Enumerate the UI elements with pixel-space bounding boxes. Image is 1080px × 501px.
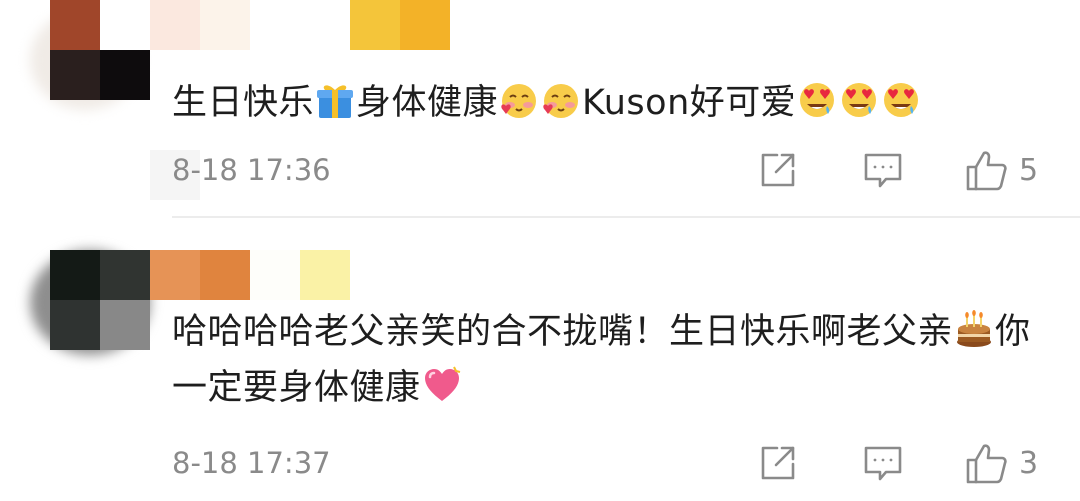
comment-text-segment: 身体健康 xyxy=(356,83,499,123)
comment-text-segment: 哈哈哈哈老父亲笑的合不拢嘴！生日快乐啊老父亲 xyxy=(172,312,954,352)
share-icon xyxy=(758,443,798,483)
like-count: 5 xyxy=(1019,152,1039,188)
username-redacted[interactable] xyxy=(150,0,450,50)
share-button[interactable] xyxy=(758,150,798,190)
comment-text-segment: Kuson好可爱 xyxy=(582,83,797,123)
comment-text: 生日快乐 身体健康 Kuson好可爱 xyxy=(172,75,1032,131)
heart-eyes-emoji xyxy=(881,80,921,120)
comment-item: 哈哈哈哈老父亲笑的合不拢嘴！生日快乐啊老父亲 你一定要身体健康 8-18 17:3… xyxy=(0,218,1080,501)
comment-icon xyxy=(862,444,904,484)
reply-button[interactable] xyxy=(862,444,904,484)
thumbs-up-icon xyxy=(965,148,1009,192)
share-button[interactable] xyxy=(758,443,798,483)
like-count: 3 xyxy=(1019,445,1039,481)
share-icon xyxy=(758,150,798,190)
blush-kiss-emoji xyxy=(499,80,539,120)
thumbs-up-icon xyxy=(965,441,1009,485)
growing-heart-emoji xyxy=(422,365,462,405)
like-button[interactable]: 3 xyxy=(965,441,1038,485)
comment-text-segment: 生日快乐 xyxy=(172,83,315,123)
like-button[interactable]: 5 xyxy=(965,148,1038,192)
username-redacted[interactable] xyxy=(150,250,350,300)
heart-eyes-emoji xyxy=(797,80,837,120)
gift-emoji xyxy=(315,80,355,120)
comment-icon xyxy=(862,151,904,191)
birthday-cake-emoji xyxy=(954,309,994,349)
comment-time: 8-18 17:37 xyxy=(172,446,331,480)
comment-text: 哈哈哈哈老父亲笑的合不拢嘴！生日快乐啊老父亲 你一定要身体健康 xyxy=(172,304,1042,416)
avatar[interactable] xyxy=(0,0,160,110)
avatar[interactable] xyxy=(0,250,160,360)
heart-eyes-emoji xyxy=(839,80,879,120)
comment-time: 8-18 17:36 xyxy=(172,153,331,187)
comment-item: 生日快乐 身体健康 Kuson好可爱 8-18 17:36 5 xyxy=(0,0,1080,218)
blush-kiss-emoji xyxy=(541,80,581,120)
reply-button[interactable] xyxy=(862,151,904,191)
